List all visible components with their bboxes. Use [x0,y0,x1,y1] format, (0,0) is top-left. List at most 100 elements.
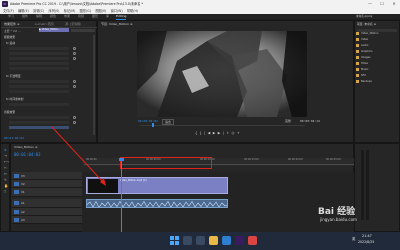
workspace-tab[interactable]: 图形 [92,14,98,19]
workspace-tab[interactable]: 音频 [78,14,84,19]
app-taskbar-icon[interactable] [248,236,257,245]
clock-date[interactable]: 2022/8/25 [358,240,374,244]
close-button[interactable]: ✕ [388,0,400,8]
track-target-a3[interactable] [14,218,19,222]
param-row[interactable] [9,62,69,65]
project-item[interactable]: Music [361,68,368,71]
start-icon[interactable] [170,236,179,245]
video-still-image [137,31,307,117]
track-select-tool-icon[interactable]: ⇥ [4,154,7,158]
window-title: Adobe Premiere Pro CC 2019 - C:\用户\lenov… [10,2,144,6]
program-timecode-left[interactable]: 00:00:04:02 [138,119,158,123]
track-label: A1 [21,201,25,205]
track-target-v3[interactable] [14,174,19,178]
keyframe-toggle-icon[interactable] [73,57,76,60]
folder-icon [356,74,359,77]
audio-meter-left [361,150,364,220]
keyframe-toggle-icon[interactable] [73,80,76,83]
effect-controls-timecode[interactable]: 00:01:04:03 [4,136,24,140]
project-item[interactable]: Images [361,56,370,59]
program-monitor-tab[interactable]: 节目: Video_Motion ≡ [101,22,133,26]
audio-meters-panel [354,143,400,232]
program-scrubber[interactable] [140,125,305,126]
workspace-tab[interactable]: 库 [106,14,109,19]
pen-tool-icon[interactable]: ✎ [4,178,7,182]
workspace-tab[interactable]: 学习 [8,14,14,19]
project-item[interactable]: Graphics [361,50,372,53]
project-root-item[interactable]: 未命名.prproj [356,14,372,18]
time-remap-effect[interactable]: fx 时间重映射 [6,97,24,101]
clip-chip[interactable]: ▶ Video_Motio... [39,28,69,32]
project-item[interactable]: Backups [361,80,372,83]
annotation-arrow [51,126,106,186]
param-row[interactable] [9,90,69,93]
ripple-edit-tool-icon[interactable]: ⟷ [4,160,9,164]
workspace-tab[interactable]: 组件 [22,14,28,19]
master-clip-label: 主要 * Vid ... [4,29,21,33]
workspace-tab[interactable]: 颜色 [50,14,56,19]
param-row[interactable] [9,121,69,124]
workspace-tab[interactable]: 编辑 [36,14,42,19]
param-row[interactable] [9,67,69,70]
project-item[interactable]: SFX [361,74,366,77]
maximize-button[interactable]: ☐ [376,0,388,8]
track-target-v2[interactable] [14,182,19,186]
keyframe-toggle-icon[interactable] [73,52,76,55]
track-target-a2[interactable] [14,210,19,214]
step-forward-icon[interactable]: ▶| [218,131,227,135]
playhead-handle[interactable] [119,158,124,161]
motion-effect[interactable]: fx 运动 [6,41,15,45]
effect-controls-tab[interactable]: 效果控件 ≡ [4,22,19,26]
step-back-icon[interactable]: |◀ [204,131,213,135]
audio-waveform [87,200,227,207]
param-row[interactable] [9,52,69,55]
type-tool-icon[interactable]: T [4,190,6,194]
video-effects-header: 视频效果 [4,35,16,39]
add-button-icon[interactable]: + [237,131,242,135]
hand-tool-icon[interactable]: ✋ [4,184,8,188]
ime-indicator[interactable]: 英 [352,236,355,241]
keyframe-toggle-icon[interactable] [73,116,76,119]
file-explorer-icon[interactable] [209,236,218,245]
selection-tool-icon[interactable]: ➤ [4,148,7,152]
project-item[interactable]: Titles [361,62,368,65]
premiere-taskbar-icon[interactable] [235,236,244,245]
program-video-frame [137,31,307,117]
razor-tool-icon[interactable]: ✂ [4,166,7,170]
transport-controls: {}|◀▶▶|⇧◎+ [195,131,242,135]
param-row[interactable] [9,85,69,88]
folder-icon [356,80,359,83]
track-label: A3 [21,217,25,222]
project-item[interactable]: Audio [361,44,368,47]
param-row[interactable] [9,116,69,119]
timeline-tab[interactable]: Video_Motion ≡ [14,145,38,149]
project-item[interactable]: Video [361,38,368,41]
task-view-icon[interactable] [196,236,205,245]
opacity-effect[interactable]: fx 不透明度 [6,74,21,78]
param-row[interactable] [9,103,69,106]
workspace-tab[interactable]: 效果 [64,14,70,19]
slip-tool-icon[interactable]: ↔ [4,172,7,176]
search-icon[interactable] [183,236,192,245]
premiere-app-icon: Pr [2,1,8,7]
timeline-playhead[interactable] [121,158,122,232]
keyframe-toggle-icon[interactable] [73,47,76,50]
clock-time[interactable]: 21:47 [362,234,372,238]
param-row[interactable] [9,80,69,83]
track-target-v1[interactable] [14,190,19,194]
edge-browser-icon[interactable] [222,236,231,245]
param-row[interactable] [9,57,69,60]
quality-dropdown[interactable]: 完整 [285,119,291,123]
scrollbar[interactable] [93,35,95,135]
program-playhead[interactable] [152,123,154,127]
param-row[interactable] [9,47,69,50]
keyframe-toggle-icon[interactable] [73,85,76,88]
keyframe-toggle-icon[interactable] [73,121,76,124]
project-item[interactable]: Video_Motion [361,32,378,35]
lumetri-scopes-tab[interactable]: Lumetri 范围 [35,22,54,26]
minimize-button[interactable]: — [364,0,376,8]
source-monitor-tab[interactable]: 源: (无剪辑) [65,22,81,26]
track-target-a1[interactable] [14,201,19,205]
audio-clip[interactable] [86,199,228,208]
timeline-timecode[interactable]: 00:01:04:03 [14,152,41,157]
